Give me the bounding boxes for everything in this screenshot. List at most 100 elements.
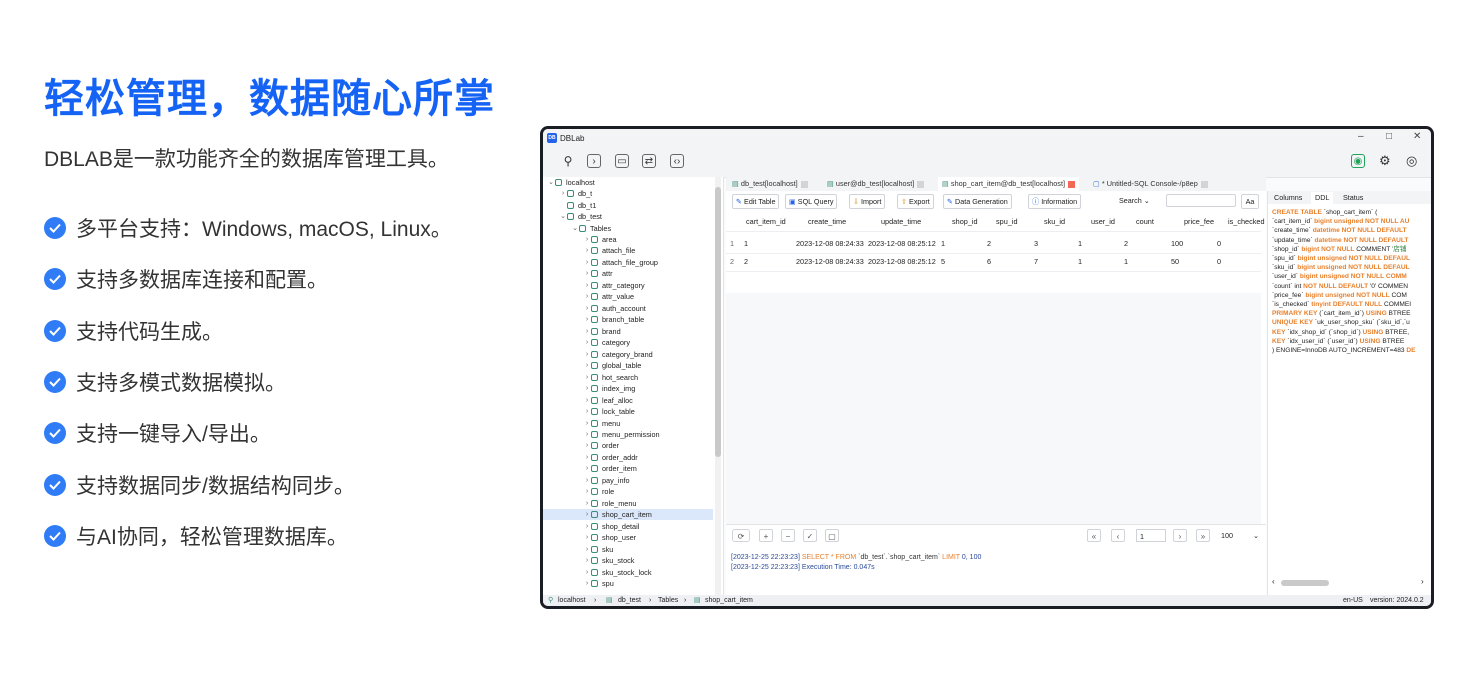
table-cell[interactable]: 0 <box>1217 253 1221 271</box>
breadcrumb-tables[interactable]: Tables <box>658 595 678 606</box>
chevron-right-icon[interactable]: › <box>583 429 591 440</box>
column-header[interactable]: create_time <box>808 213 846 231</box>
chevron-right-icon[interactable]: › <box>583 521 591 532</box>
gear-icon[interactable]: ⚙ <box>1379 153 1391 169</box>
edit-table-button[interactable]: ✎ Edit Table <box>732 194 780 209</box>
maximize-button[interactable]: □ <box>1386 131 1392 142</box>
tree-node-table[interactable]: › sku_stock <box>583 555 635 566</box>
refresh-icon[interactable]: ⟳ <box>732 529 750 542</box>
chevron-right-icon[interactable]: › <box>559 188 567 199</box>
tree-node-table[interactable]: › category_brand <box>583 349 653 360</box>
table-cell[interactable]: 1 <box>1124 253 1128 271</box>
tree-node-table[interactable]: › leaf_alloc <box>583 395 633 406</box>
code-icon[interactable]: ‹› <box>670 154 684 168</box>
close-tab-icon[interactable] <box>800 180 808 188</box>
ddl-scrollbar[interactable]: ‹ › <box>1272 577 1428 587</box>
tab-shop-cart-item[interactable]: ▤ shop_cart_item@db_test[localhost] <box>938 177 1080 191</box>
tree-node-table[interactable]: › role <box>583 486 614 497</box>
table-cell[interactable]: 1 <box>744 235 748 253</box>
close-tab-icon[interactable] <box>917 180 925 188</box>
sql-query-button[interactable]: ▣ SQL Query <box>785 194 838 209</box>
column-header[interactable]: is_checked <box>1228 213 1265 231</box>
delete-row-button[interactable]: − <box>781 529 795 542</box>
table-cell[interactable]: 2 <box>1124 235 1128 253</box>
search-input[interactable] <box>1166 194 1236 207</box>
tree-node-table[interactable]: › category <box>583 337 630 348</box>
export-button[interactable]: ⇧ Export <box>897 194 934 209</box>
tree-node-db-t1[interactable]: db_t1 <box>559 200 596 211</box>
sync-icon[interactable]: ⇄ <box>642 154 656 168</box>
data-generation-button[interactable]: ✎ Data Generation <box>943 194 1012 209</box>
next-page-button[interactable]: › <box>1173 529 1187 542</box>
chevron-right-icon[interactable]: › <box>583 406 591 417</box>
breadcrumb-db-test[interactable]: db_test <box>618 595 641 606</box>
chevron-right-icon[interactable]: › <box>583 337 591 348</box>
column-header[interactable]: shop_id <box>952 213 978 231</box>
table-row[interactable]: 1 1 2023-12-08 08:24:33 2023-12-08 08:25:12… <box>726 235 1261 254</box>
tab-db-test[interactable]: ▤ db_test[localhost] <box>728 177 812 191</box>
tree-node-table[interactable]: › order <box>583 440 619 451</box>
query-icon[interactable]: ▭ <box>615 154 629 168</box>
tree-node-table[interactable]: › menu_permission <box>583 429 660 440</box>
chevron-right-icon[interactable]: › <box>583 509 591 520</box>
chevron-right-icon[interactable]: › <box>583 578 591 589</box>
tree-node-db-t[interactable]: › db_t <box>559 188 592 199</box>
chevron-right-icon[interactable]: › <box>583 303 591 314</box>
chevron-right-icon[interactable]: › <box>583 360 591 371</box>
chevron-right-icon[interactable]: › <box>583 498 591 509</box>
tree-node-table[interactable]: › hot_search <box>583 372 638 383</box>
chevron-right-icon[interactable]: › <box>583 452 591 463</box>
tree-node-db-test[interactable]: ⌄ db_test <box>559 211 602 222</box>
chevron-right-icon[interactable]: › <box>583 234 591 245</box>
tree-node-table[interactable]: › shop_detail <box>583 521 640 532</box>
chevron-right-icon[interactable]: › <box>583 475 591 486</box>
chevron-down-icon[interactable]: ⌄ <box>559 211 567 222</box>
table-cell[interactable]: 5 <box>941 253 945 271</box>
last-page-button[interactable]: » <box>1196 529 1210 542</box>
chevron-right-icon[interactable]: › <box>583 418 591 429</box>
table-cell[interactable]: 2 <box>744 253 748 271</box>
table-cell[interactable]: 100 <box>1171 235 1183 253</box>
tree-node-table[interactable]: › attach_file <box>583 245 635 256</box>
table-cell[interactable]: 50 <box>1171 253 1179 271</box>
chevron-right-icon[interactable]: › <box>583 567 591 578</box>
locale[interactable]: en-US <box>1343 595 1363 606</box>
ddl-scrollbar-thumb[interactable] <box>1281 580 1329 586</box>
tree-node-table[interactable]: › attr_category <box>583 280 645 291</box>
chevron-right-icon[interactable]: › <box>583 314 591 325</box>
cancel-button[interactable]: ▢ <box>825 529 839 542</box>
table-cell[interactable]: 2023-12-08 08:24:33 <box>796 235 864 253</box>
chevron-right-icon[interactable]: › <box>583 544 591 555</box>
tab-status[interactable]: Status <box>1339 192 1367 204</box>
tab-user[interactable]: ▤ user@db_test[localhost] <box>823 177 928 191</box>
tree-node-table[interactable]: › brand <box>583 326 621 337</box>
tree-node-table[interactable]: › area <box>583 234 617 245</box>
tree-node-table[interactable]: › attr <box>583 268 613 279</box>
column-header[interactable]: user_id <box>1091 213 1115 231</box>
table-cell[interactable]: 7 <box>1034 253 1038 271</box>
chevron-right-icon[interactable]: › <box>583 383 591 394</box>
chevron-right-icon[interactable]: › <box>583 268 591 279</box>
column-header[interactable]: update_time <box>881 213 921 231</box>
chevron-right-icon[interactable]: › <box>583 440 591 451</box>
close-button[interactable]: ✕ <box>1413 131 1421 142</box>
column-header[interactable]: cart_item_id <box>746 213 786 231</box>
chevron-right-icon[interactable]: › <box>583 372 591 383</box>
import-button[interactable]: ⇩ Import <box>849 194 886 209</box>
chevron-right-icon[interactable]: › <box>583 463 591 474</box>
tree-node-table[interactable]: › lock_table <box>583 406 635 417</box>
table-cell[interactable]: 1 <box>1078 253 1082 271</box>
chevron-right-icon[interactable]: › <box>583 257 591 268</box>
tree-node-table[interactable]: › role_menu <box>583 498 637 509</box>
first-page-button[interactable]: « <box>1087 529 1101 542</box>
table-row[interactable]: 2 2 2023-12-08 08:24:33 2023-12-08 08:25:12… <box>726 253 1261 272</box>
page-number-input[interactable]: 1 <box>1136 529 1166 542</box>
terminal-icon[interactable]: › <box>587 154 601 168</box>
close-tab-icon[interactable] <box>1200 180 1208 188</box>
table-cell[interactable]: 6 <box>987 253 991 271</box>
table-cell[interactable]: 2023-12-08 08:25:12 <box>868 235 936 253</box>
table-cell[interactable]: 2 <box>987 235 991 253</box>
column-header[interactable]: count <box>1136 213 1154 231</box>
tree-node-table[interactable]: › branch_table <box>583 314 644 325</box>
chevron-down-icon[interactable]: ⌄ <box>571 223 579 234</box>
